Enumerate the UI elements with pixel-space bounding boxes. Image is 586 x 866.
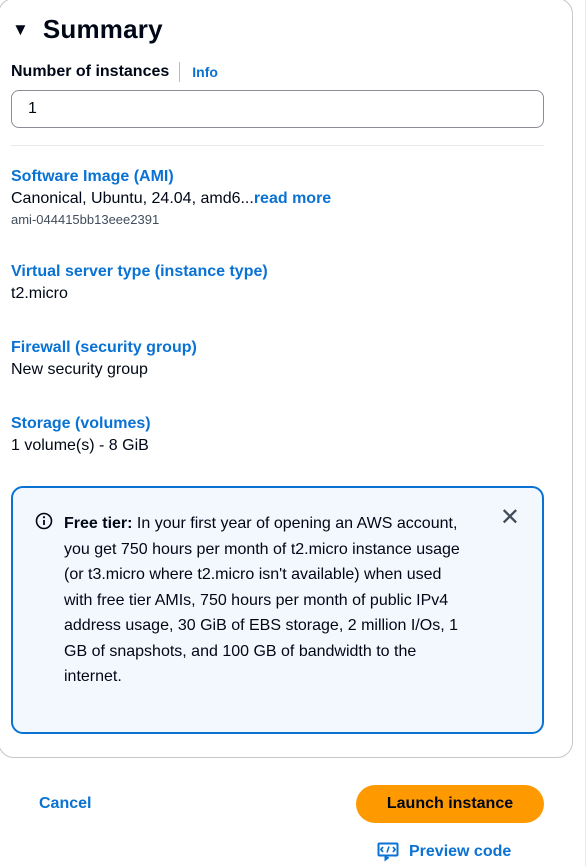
preview-code-icon [377,842,399,862]
number-of-instances-input[interactable] [11,90,544,128]
free-tier-text: Free tier: In your first year of opening… [64,511,464,690]
free-tier-label: Free tier: [64,515,133,532]
firewall-title[interactable]: Firewall (security group) [11,337,197,359]
ami-value: Canonical, Ubuntu, 24.04, amd6... [11,190,254,207]
summary-header[interactable]: ▼ Summary [12,14,163,45]
firewall-section: Firewall (security group) New security g… [11,337,197,381]
free-tier-description: In your first year of opening an AWS acc… [64,515,460,685]
divider [179,62,181,82]
read-more-link[interactable]: read more [254,190,331,207]
instance-type-title[interactable]: Virtual server type (instance type) [11,261,268,283]
cancel-button[interactable]: Cancel [39,795,91,813]
info-icon [35,512,53,530]
storage-title[interactable]: Storage (volumes) [11,413,151,435]
summary-title: Summary [42,14,163,44]
ami-title[interactable]: Software Image (AMI) [11,166,331,188]
instance-type-value: t2.micro [11,285,68,302]
instance-type-section: Virtual server type (instance type) t2.m… [11,261,268,305]
section-divider [11,145,544,146]
preview-code-label: Preview code [409,843,512,860]
close-icon[interactable]: ✕ [500,506,520,530]
storage-section: Storage (volumes) 1 volume(s) - 8 GiB [11,413,151,457]
ami-id: ami-044415bb13eee2391 [11,212,160,227]
storage-value: 1 volume(s) - 8 GiB [11,437,149,454]
ami-section: Software Image (AMI) Canonical, Ubuntu, … [11,166,331,230]
free-tier-alert: Free tier: In your first year of opening… [11,486,544,734]
caret-down-icon: ▼ [12,20,29,39]
ami-value-row: Canonical, Ubuntu, 24.04, amd6...read mo… [11,188,331,210]
number-of-instances-label-row: Number of instances Info [11,62,218,82]
info-link[interactable]: Info [192,64,218,80]
launch-instance-button[interactable]: Launch instance [356,785,544,823]
preview-code-link[interactable]: Preview code [377,842,511,862]
number-of-instances-label: Number of instances [11,63,170,80]
firewall-value: New security group [11,361,148,378]
